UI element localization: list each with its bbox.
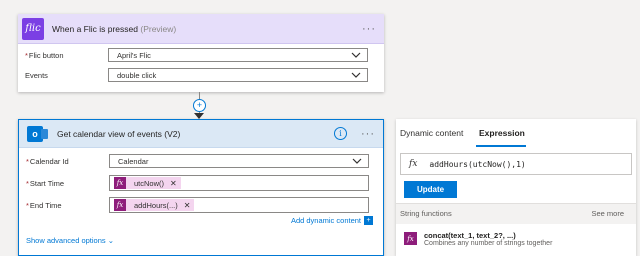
flic-button-row: *Flic button April's Flic (18, 48, 384, 62)
outlook-card-title: Get calendar view of events (V2) (57, 128, 181, 139)
dynamic-content-panel: Dynamic content Expression fx Update Str… (396, 119, 636, 256)
events-value: double click (117, 70, 157, 80)
function-name: concat(text_1, text_2?, ...) (424, 231, 516, 240)
flic-card-header[interactable]: flic When a Flic is pressed (Preview) ··… (18, 14, 384, 44)
section-title: String functions (400, 209, 452, 218)
events-row: Events double click (18, 68, 384, 82)
required-marker: * (26, 178, 29, 188)
flic-button-value: April's Flic (117, 50, 151, 60)
end-time-label-text: End Time (29, 200, 62, 210)
outlook-more-dots-icon[interactable]: ··· (361, 128, 375, 140)
fx-icon: fx (404, 232, 417, 245)
info-icon[interactable]: i (334, 127, 347, 140)
flic-button-label: *Flic button (25, 51, 64, 60)
start-time-label: *Start Time (26, 179, 64, 188)
panel-tabs: Dynamic content Expression (396, 119, 636, 149)
calendar-id-label: *Calendar Id (26, 157, 69, 166)
calendar-id-value: Calendar (118, 156, 149, 166)
start-time-input[interactable]: fx utcNow() ✕ (109, 175, 369, 191)
start-time-token-text: utcNow() (134, 178, 165, 188)
start-time-row: *Start Time fx utcNow() ✕ (19, 175, 383, 191)
plus-glyph: + (196, 100, 203, 110)
end-time-label: *End Time (26, 201, 62, 210)
flic-logo-text: flic (25, 23, 41, 34)
fx-icon: fx (114, 199, 126, 211)
calendar-id-label-text: Calendar Id (29, 156, 69, 166)
chevron-down-icon (352, 158, 362, 164)
fx-icon: fx (114, 177, 126, 189)
required-marker: * (25, 50, 28, 60)
end-time-token-text: addHours(...) (134, 200, 178, 210)
update-button[interactable]: Update (404, 181, 457, 198)
flic-logo: flic (22, 17, 44, 40)
add-dynamic-content-link[interactable]: Add dynamic content (291, 216, 361, 225)
outlook-logo: o (27, 125, 48, 142)
end-time-input[interactable]: fx addHours(...) ✕ (109, 197, 369, 213)
show-advanced-options-link[interactable]: Show advanced options ⌄ (26, 236, 114, 245)
chevron-down-icon (351, 72, 361, 78)
canvas: flic When a Flic is pressed (Preview) ··… (0, 0, 640, 256)
active-tab-indicator (476, 145, 526, 147)
expression-box: fx (400, 153, 632, 175)
flic-card-title-text: When a Flic is pressed (52, 23, 138, 34)
flic-card-title-suffix: (Preview) (140, 23, 177, 34)
events-label: Events (25, 71, 48, 80)
flic-button-label-text: Flic button (28, 50, 64, 60)
outlook-card-header[interactable]: o Get calendar view of events (V2) i ··· (19, 120, 383, 148)
expression-input[interactable] (429, 159, 610, 169)
events-dropdown[interactable]: double click (108, 68, 368, 82)
add-dynamic-icon[interactable]: + (364, 216, 373, 225)
outlook-logo-text: o (32, 128, 38, 139)
required-marker: * (26, 156, 29, 166)
function-item-concat[interactable]: fx concat(text_1, text_2?, ...) Combines… (400, 229, 632, 253)
end-time-token[interactable]: fx addHours(...) ✕ (114, 199, 195, 211)
end-time-row: *End Time fx addHours(...) ✕ (19, 197, 383, 213)
chevron-down-icon (351, 52, 361, 58)
outlook-action-card: o Get calendar view of events (V2) i ···… (18, 119, 384, 256)
close-icon[interactable]: ✕ (170, 179, 177, 188)
flic-trigger-card: flic When a Flic is pressed (Preview) ··… (18, 14, 384, 92)
info-glyph: i (339, 129, 342, 138)
insert-step-plus-icon[interactable]: + (193, 99, 206, 112)
function-description: Combines any number of strings together (424, 240, 553, 247)
required-marker: * (26, 200, 29, 210)
tab-expression[interactable]: Expression (479, 128, 525, 138)
flic-card-title: When a Flic is pressed (Preview) (52, 24, 176, 34)
show-advanced-text: Show advanced options (26, 236, 106, 245)
flic-button-dropdown[interactable]: April's Flic (108, 48, 368, 62)
see-more-link[interactable]: See more (591, 209, 624, 218)
flic-more-dots-icon[interactable]: ··· (362, 23, 376, 35)
chevron-down-icon: ⌄ (107, 236, 115, 245)
calendar-id-row: *Calendar Id Calendar (19, 154, 383, 168)
fx-icon: fx (409, 159, 418, 169)
start-time-token[interactable]: fx utcNow() ✕ (114, 177, 181, 189)
close-icon[interactable]: ✕ (184, 201, 191, 210)
tab-dynamic-content[interactable]: Dynamic content (400, 128, 463, 138)
events-label-text: Events (25, 70, 48, 80)
calendar-id-dropdown[interactable]: Calendar (109, 154, 369, 168)
start-time-label-text: Start Time (29, 178, 65, 188)
